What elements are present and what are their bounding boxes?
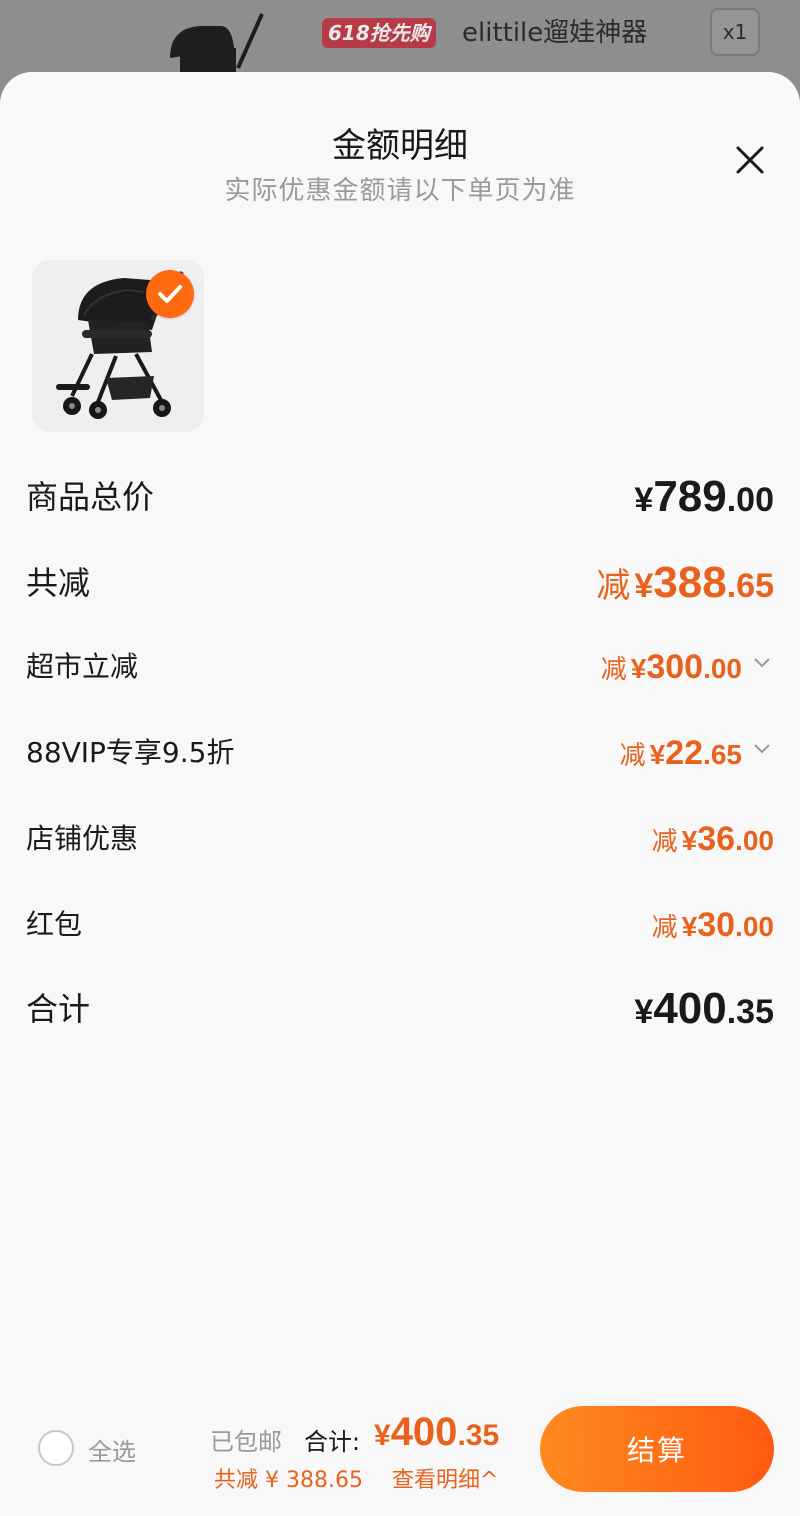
amount-integer: 388 xyxy=(653,558,727,607)
amount-decimal: .00 xyxy=(703,653,742,684)
select-all-radio[interactable] xyxy=(38,1430,74,1466)
total-amount: ¥400.35 xyxy=(374,1410,499,1455)
discount-prefix: 减 xyxy=(619,741,646,771)
discount-prefix: 减 xyxy=(596,566,631,606)
sum-amount: ¥400.35 xyxy=(634,984,774,1037)
currency-symbol: ¥ xyxy=(649,739,666,770)
amount-integer: 400 xyxy=(653,984,727,1033)
currency-symbol: ¥ xyxy=(634,481,654,519)
currency-symbol: ¥ xyxy=(374,1419,391,1452)
row-store-discount: 店铺优惠 减 ¥36.00 xyxy=(26,814,774,874)
row-vip-discount[interactable]: 88VIP专享9.5折 减 ¥22.65 xyxy=(26,728,774,788)
checkout-button[interactable]: 结算 xyxy=(540,1406,774,1492)
chevron-down-icon[interactable] xyxy=(750,737,774,761)
background-product-thumbnail xyxy=(150,8,280,78)
store-discount-amount: 减 ¥36.00 xyxy=(652,814,774,867)
currency-symbol: ¥ xyxy=(681,825,698,856)
amount-integer: 789 xyxy=(653,472,727,521)
discount-prefix: 减 xyxy=(651,913,678,943)
store-discount-label: 店铺优惠 xyxy=(26,822,139,855)
row-total-discount: 共减 减 ¥388.65 xyxy=(26,558,774,618)
quantity-box: x1 xyxy=(710,8,760,56)
checkout-bar: 全选 已包邮 合计: ¥400.35 共减 ¥ 388.65 查看明细^ 结算 xyxy=(0,1380,800,1516)
amount-decimal: .65 xyxy=(703,739,742,770)
currency-symbol: ¥ xyxy=(681,911,698,942)
total-discount-summary: 共减 ¥ 388.65 xyxy=(214,1468,363,1493)
total-discount-amount: 减 ¥388.65 xyxy=(596,558,774,611)
sheet-title: 金额明细 xyxy=(332,126,468,166)
amount-decimal: .00 xyxy=(735,911,774,942)
amount-integer: 36 xyxy=(697,820,736,858)
chevron-down-icon[interactable] xyxy=(750,651,774,675)
sheet-subtitle: 实际优惠金额请以下单页为准 xyxy=(224,176,576,206)
close-icon[interactable] xyxy=(728,138,772,182)
view-details-link[interactable]: 查看明细^ xyxy=(392,1462,498,1494)
currency-symbol: ¥ xyxy=(630,653,647,684)
check-icon xyxy=(158,285,182,303)
total-label: 合计: xyxy=(304,1428,361,1456)
row-supermarket-discount[interactable]: 超市立减 减 ¥300.00 xyxy=(26,642,774,702)
amount-decimal: .00 xyxy=(726,481,774,519)
currency-symbol: ¥ xyxy=(634,567,654,605)
amount-detail-sheet: 金额明细 实际优惠金额请以下单页为准 商品总价 ¥789.00 共减 减 ¥38… xyxy=(0,72,800,1516)
red-packet-amount: 减 ¥30.00 xyxy=(652,900,774,953)
selected-check-badge[interactable] xyxy=(146,270,194,318)
currency-symbol: ¥ xyxy=(634,993,654,1031)
free-shipping-label: 已包邮 xyxy=(210,1428,282,1456)
supermarket-discount-label: 超市立减 xyxy=(26,650,139,683)
red-packet-label: 红包 xyxy=(26,908,83,941)
total-discount-label: 共减 xyxy=(26,564,91,602)
total-price-amount: ¥789.00 xyxy=(634,472,774,525)
amount-integer: 300 xyxy=(646,648,704,686)
promo-tag: 618抢先购 xyxy=(322,18,436,48)
vip-discount-amount: 减 ¥22.65 xyxy=(620,728,774,781)
amount-decimal: .00 xyxy=(735,825,774,856)
vip-discount-label: 88VIP专享9.5折 xyxy=(26,736,235,769)
total-price-label: 商品总价 xyxy=(26,478,155,516)
amount-integer: 22 xyxy=(665,734,704,772)
discount-prefix: 减 xyxy=(600,655,627,685)
amount-decimal: .65 xyxy=(726,567,774,605)
amount-decimal: .35 xyxy=(726,993,774,1031)
amount-decimal: .35 xyxy=(457,1419,500,1452)
background-product-title: elittile遛娃神器 xyxy=(462,18,648,48)
amount-integer: 30 xyxy=(697,906,736,944)
sum-label: 合计 xyxy=(26,990,91,1028)
row-sum: 合计 ¥400.35 xyxy=(26,984,774,1044)
amount-integer: 400 xyxy=(390,1410,458,1454)
discount-prefix: 减 xyxy=(651,827,678,857)
supermarket-discount-amount: 减 ¥300.00 xyxy=(601,642,774,695)
select-all-label[interactable]: 全选 xyxy=(88,1432,136,1467)
product-thumbnail[interactable] xyxy=(32,260,204,432)
row-red-packet: 红包 减 ¥30.00 xyxy=(26,900,774,960)
row-total-price: 商品总价 ¥789.00 xyxy=(26,472,774,532)
